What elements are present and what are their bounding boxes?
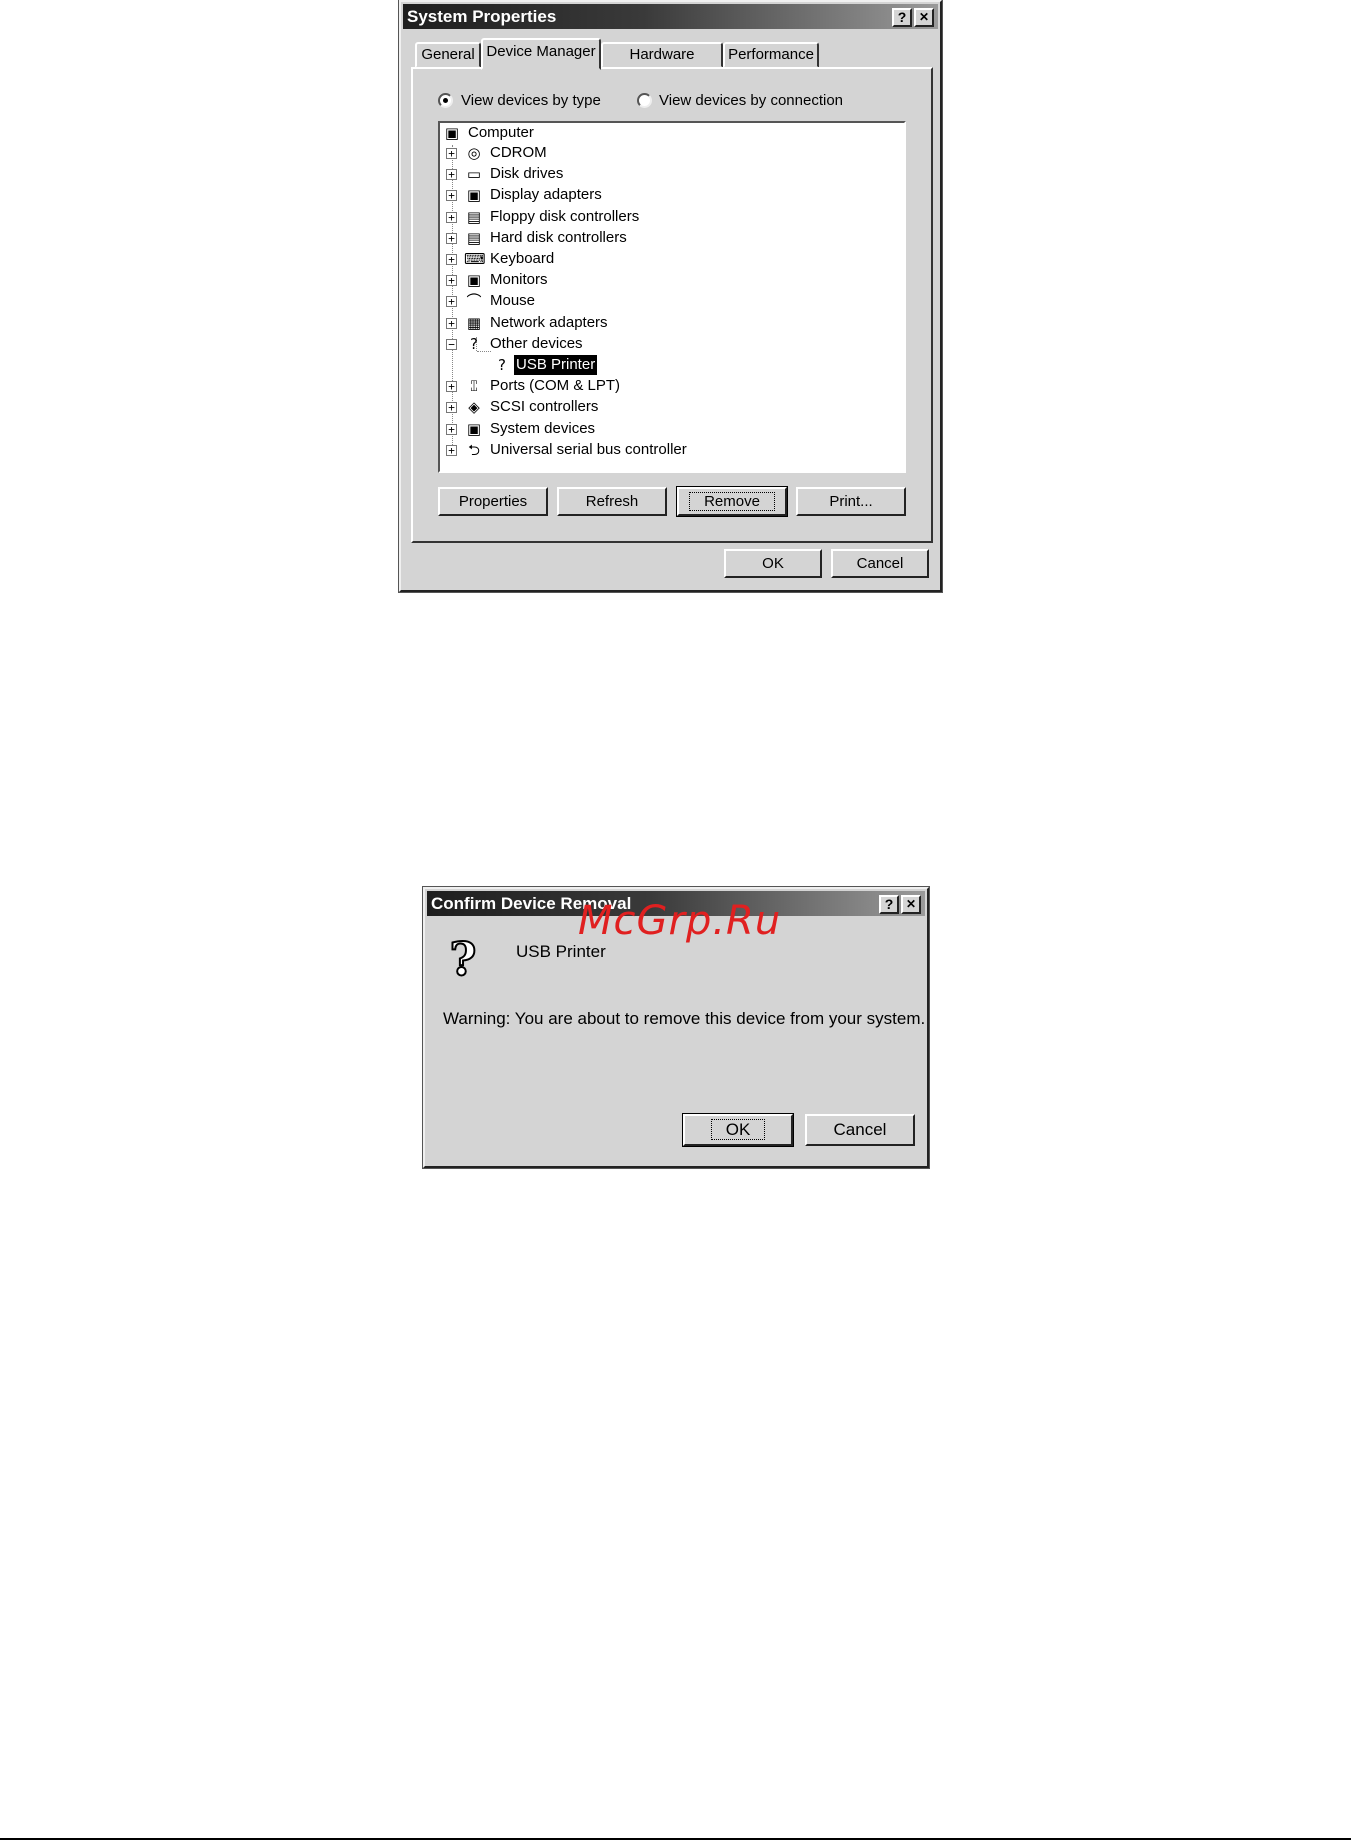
expand-toggle[interactable]: + [446, 169, 457, 181]
remove-button[interactable]: Remove [676, 486, 788, 517]
close-button[interactable]: ✕ [914, 8, 934, 27]
tree-item-label: CDROM [490, 144, 547, 161]
system-properties-window: System Properties ? ✕ General Device Man… [399, 0, 942, 592]
tab-general[interactable]: General [415, 42, 481, 68]
unknown-device-icon: ? [498, 356, 506, 374]
tree-item-label: Monitors [490, 271, 548, 289]
print-button[interactable]: Print... [796, 487, 906, 516]
expand-toggle[interactable]: + [446, 423, 457, 435]
page-bottom-rule [0, 1838, 1351, 1840]
tree-item-label: Network adapters [490, 313, 608, 331]
help-button[interactable]: ? [879, 895, 899, 914]
confirm-ok-button[interactable]: OK [682, 1113, 794, 1147]
mouse-icon: ⌒ [466, 292, 482, 311]
expand-toggle[interactable]: + [446, 317, 457, 329]
expand-toggle[interactable]: + [446, 254, 457, 265]
tree-item-label: Floppy disk controllers [490, 207, 640, 225]
expand-toggle[interactable]: + [446, 232, 457, 244]
view-by-type-radio[interactable] [438, 93, 453, 108]
tree-item-label: System devices [490, 419, 596, 437]
unknown-device-icon: ? [449, 932, 478, 986]
confirm-cancel-button[interactable]: Cancel [805, 1114, 915, 1146]
keyboard-icon: ⌨ [464, 250, 486, 268]
watermark-text: McGrp.Ru [578, 898, 782, 944]
system-properties-titlebar[interactable]: System Properties ? ✕ [403, 4, 938, 29]
view-by-connection-radio[interactable] [637, 93, 652, 108]
expand-toggle[interactable]: + [446, 211, 457, 223]
device-tree[interactable]: ▣ Computer + ◎ CDROM + ▭ Disk drives + ▣ Display… [438, 121, 906, 473]
display-adapter-icon: ▣ [466, 186, 482, 205]
question-icon: ? [470, 334, 478, 353]
ok-button[interactable]: OK [724, 549, 822, 578]
help-button[interactable]: ? [892, 8, 912, 27]
tab-performance[interactable]: Performance [723, 42, 819, 68]
tree-item-label: Universal serial bus controller [490, 440, 687, 458]
tree-item-label: Display adapters [490, 186, 602, 204]
close-button[interactable]: ✕ [901, 895, 921, 914]
network-adapter-icon: ▦ [466, 313, 482, 332]
tree-item-label: Keyboard [490, 250, 555, 267]
properties-button[interactable]: Properties [438, 487, 548, 516]
floppy-controller-icon: ▤ [466, 207, 482, 226]
expand-toggle[interactable]: + [446, 402, 457, 414]
hard-disk-controller-icon: ▤ [466, 228, 482, 247]
computer-icon: ▣ [444, 124, 460, 142]
expand-toggle[interactable]: + [446, 381, 457, 393]
port-icon: ⑄ [469, 377, 479, 396]
refresh-button[interactable]: Refresh [557, 487, 667, 516]
tree-item-label: Mouse [490, 292, 536, 310]
expand-toggle[interactable]: + [446, 190, 457, 202]
device-manager-panel: View devices by type View devices by con… [411, 67, 933, 543]
expand-toggle[interactable]: + [446, 444, 457, 456]
tree-item-label: Hard disk controllers [490, 228, 627, 246]
warning-text: Warning: You are about to remove this de… [443, 1009, 926, 1028]
device-name: USB Printer [516, 942, 606, 961]
tree-item-label: SCSI controllers [490, 398, 599, 416]
view-by-connection-label[interactable]: View devices by connection [659, 92, 843, 110]
tree-item-label: Other devices [490, 334, 583, 352]
tree-item-label: USB Printer [514, 355, 598, 375]
expand-toggle[interactable]: + [446, 296, 457, 308]
tab-hardware-profiles[interactable]: Hardware Profiles [601, 42, 723, 85]
usb-icon: ⮌ [467, 440, 480, 459]
system-properties-title: System Properties [407, 7, 557, 26]
monitor-icon: ▣ [466, 271, 482, 290]
cdrom-icon: ◎ [467, 144, 481, 162]
system-device-icon: ▣ [466, 419, 482, 438]
disk-drive-icon: ▭ [466, 165, 482, 184]
scsi-icon: ◈ [468, 398, 480, 417]
tab-device-manager[interactable]: Device Manager [481, 38, 601, 70]
expand-toggle[interactable]: + [446, 148, 457, 159]
tree-item-label: Disk drives [490, 165, 564, 183]
cancel-button[interactable]: Cancel [831, 549, 929, 578]
expand-toggle[interactable]: + [446, 275, 457, 287]
collapse-toggle[interactable]: − [446, 338, 457, 350]
tree-item-label: Ports (COM & LPT) [490, 377, 621, 395]
view-by-type-label[interactable]: View devices by type [461, 92, 601, 110]
